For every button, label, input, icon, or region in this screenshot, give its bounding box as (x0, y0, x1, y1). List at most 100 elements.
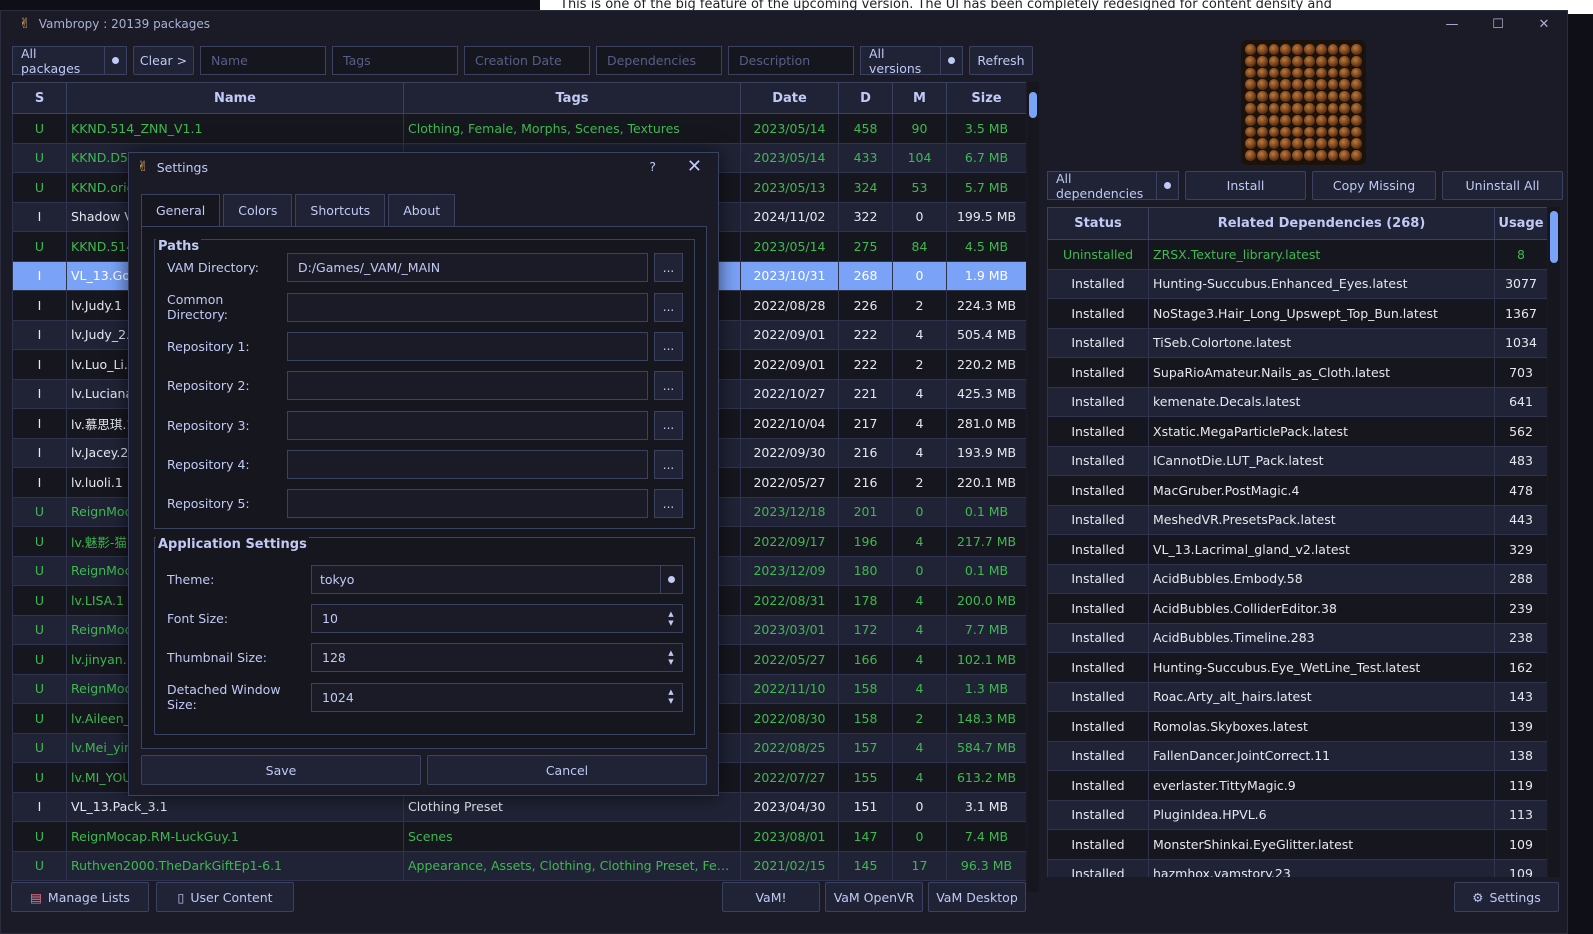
browse-button[interactable]: ... (654, 292, 683, 322)
version-filter-combo[interactable]: All versions (860, 46, 963, 76)
uninstall-all-button[interactable]: Uninstall All (1442, 171, 1563, 200)
column-header[interactable]: Tags (403, 82, 741, 114)
thumbnail-dot (1268, 67, 1280, 79)
table-row[interactable]: Installed MeshedVR.PresetsPack.latest 443 (1047, 504, 1547, 535)
cell-status: Installed (1047, 740, 1149, 771)
table-row[interactable]: Installed AcidBubbles.Embody.58 288 (1047, 563, 1547, 594)
column-header[interactable]: Usage (1494, 207, 1547, 240)
description-filter-input[interactable]: Description (728, 46, 854, 75)
table-row[interactable]: Installed Roac.Arty_alt_hairs.latest 143 (1047, 681, 1547, 712)
font-size-spinbox[interactable]: 10 ▲ ▼ (311, 604, 683, 633)
path-input[interactable] (287, 489, 648, 519)
table-row[interactable]: Uninstalled ZRSX.Texture_library.latest 8 (1047, 239, 1547, 270)
column-header[interactable]: D (838, 82, 893, 114)
thumbnail-size-spinbox[interactable]: 128 ▲ ▼ (311, 643, 683, 672)
table-row[interactable]: Installed AcidBubbles.ColliderEditor.38 23… (1047, 593, 1547, 624)
table-row[interactable]: U KKND.514_ZNN_V1.1 Clothing, Female, Morp… (12, 113, 1026, 144)
close-icon[interactable]: ✕ (1521, 11, 1567, 37)
scrollbar-thumb[interactable] (1029, 92, 1037, 118)
table-row[interactable]: Installed hazmhox.vamstory.23 109 (1047, 858, 1547, 877)
path-input[interactable]: D:/Games/_VAM/_MAIN (287, 253, 648, 282)
column-header[interactable]: S (12, 82, 67, 114)
table-row[interactable]: Installed SupaRioAmateur.Nails_as_Cloth.l… (1047, 357, 1547, 388)
table-row[interactable]: Installed TiSeb.Colortone.latest 1034 (1047, 327, 1547, 358)
column-header[interactable]: M (892, 82, 947, 114)
path-input[interactable] (287, 371, 648, 401)
tab-shortcuts[interactable]: Shortcuts (295, 194, 386, 227)
clear-button[interactable]: Clear > (133, 46, 194, 75)
dependencies-filter-input[interactable]: Dependencies (596, 46, 722, 75)
browse-button[interactable]: ... (654, 371, 683, 401)
path-input[interactable] (287, 410, 648, 440)
scrollbar-thumb[interactable] (1550, 211, 1558, 263)
tab-colors[interactable]: Colors (223, 194, 293, 227)
vam-desktop-button[interactable]: VaM Desktop (928, 882, 1026, 912)
table-row[interactable]: Installed Hunting-Succubus.Eye_WetLine_Te… (1047, 652, 1547, 683)
dependency-filter-combo[interactable]: All dependencies (1047, 171, 1179, 201)
browse-button[interactable]: ... (654, 489, 683, 519)
table-row[interactable]: Installed Xstatic.MegaParticlePack.latest… (1047, 416, 1547, 447)
browse-button[interactable]: ... (654, 450, 683, 479)
table-row[interactable]: U ReignMocap.RM-LuckGuy.1 Scenes 2023/08/01… (12, 821, 1026, 852)
settings-button[interactable]: ⚙ Settings (1454, 882, 1559, 912)
detached-window-size-spinbox[interactable]: 1024 ▲ ▼ (311, 682, 683, 712)
path-input[interactable] (287, 331, 648, 361)
table-row[interactable]: Installed kemenate.Decals.latest 641 (1047, 386, 1547, 417)
vam-openvr-button[interactable]: VaM OpenVR (825, 882, 923, 912)
table-row[interactable]: Installed MonsterShinkai.EyeGlitter.lates… (1047, 829, 1547, 860)
table-row[interactable]: U Ruthven2000.TheDarkGiftEp1-6.1 Appearanc… (12, 850, 1026, 881)
column-header[interactable]: Status (1047, 207, 1149, 240)
table-row[interactable]: Installed NoStage3.Hair_Long_Upswept_Top_… (1047, 298, 1547, 329)
user-content-button[interactable]: ▯ User Content (156, 882, 294, 912)
minimize-icon[interactable]: — (1429, 11, 1475, 37)
table-row[interactable]: I VL_13.Pack_3.1 Clothing Preset 2023/04/30… (12, 791, 1026, 822)
package-filter-combo[interactable]: All packages (12, 46, 127, 76)
column-header[interactable]: Name (66, 82, 404, 114)
install-button[interactable]: Install (1185, 171, 1306, 200)
dependencies-table[interactable]: Status Related Dependencies (268) Usage Un… (1047, 207, 1547, 877)
table-row[interactable]: Installed AcidBubbles.Timeline.283 238 (1047, 622, 1547, 653)
table-row[interactable]: Installed Hunting-Succubus.Enhanced_Eyes.… (1047, 268, 1547, 299)
spin-arrows-icon[interactable]: ▲ ▼ (660, 644, 682, 671)
tab-about[interactable]: About (388, 194, 456, 227)
refresh-button[interactable]: Refresh (969, 46, 1033, 75)
spin-arrows-icon[interactable]: ▲ ▼ (660, 605, 682, 632)
dropdown-dot-icon[interactable] (1156, 172, 1178, 199)
tab-general[interactable]: General (141, 194, 221, 227)
settings-label: Settings (1489, 889, 1541, 905)
table-row[interactable]: Installed ICannotDie.LUT_Pack.latest 483 (1047, 445, 1547, 476)
browse-button[interactable]: ... (654, 410, 683, 440)
table-row[interactable]: Installed VL_13.Lacrimal_gland_v2.latest 3… (1047, 534, 1547, 565)
table-row[interactable]: Installed MacGruber.PostMagic.4 478 (1047, 475, 1547, 506)
column-header[interactable]: Related Dependencies (268) (1148, 207, 1495, 240)
table-row[interactable]: Installed everlaster.TittyMagic.9 119 (1047, 770, 1547, 801)
table-row[interactable]: Installed PluginIdea.HPVL.6 113 (1047, 799, 1547, 830)
dropdown-dot-icon[interactable] (940, 47, 962, 74)
dropdown-dot-icon[interactable] (660, 566, 682, 593)
dropdown-dot-icon[interactable] (104, 47, 126, 74)
save-button[interactable]: Save (141, 755, 421, 785)
browse-button[interactable]: ... (654, 331, 683, 361)
help-icon[interactable]: ? (649, 159, 656, 174)
vam-button[interactable]: VaM! (722, 882, 820, 912)
column-header[interactable]: Date (740, 82, 839, 114)
path-input[interactable] (287, 292, 648, 322)
name-filter-input[interactable]: Name (200, 46, 326, 75)
dependencies-scrollbar[interactable] (1548, 207, 1560, 877)
browse-button[interactable]: ... (654, 253, 683, 282)
manage-lists-button[interactable]: ▤ Manage Lists (11, 882, 149, 912)
maximize-icon[interactable]: ☐ (1475, 11, 1521, 37)
theme-combo[interactable]: tokyo (311, 565, 683, 594)
cancel-button[interactable]: Cancel (427, 755, 707, 785)
close-icon[interactable]: ✕ (687, 156, 702, 177)
date-filter-input[interactable]: Creation Date (464, 46, 590, 75)
packages-scrollbar[interactable] (1027, 82, 1039, 892)
table-row[interactable]: Installed FallenDancer.JointCorrect.11 138 (1047, 740, 1547, 771)
column-header[interactable]: Size (946, 82, 1026, 114)
spin-arrows-icon[interactable]: ▲ ▼ (660, 684, 682, 711)
copy-missing-button[interactable]: Copy Missing (1312, 171, 1436, 200)
table-row[interactable]: Installed Romolas.Skyboxes.latest 139 (1047, 711, 1547, 742)
tags-filter-input[interactable]: Tags (332, 46, 458, 75)
path-input[interactable] (287, 450, 648, 479)
cell-s: U (12, 231, 67, 262)
